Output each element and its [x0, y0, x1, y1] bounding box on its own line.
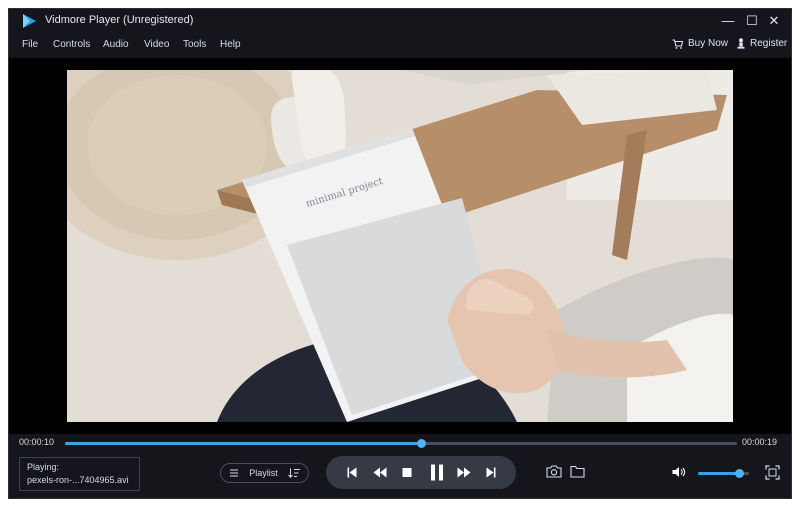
playlist-button[interactable]: Playlist: [220, 463, 309, 483]
volume-handle[interactable]: [734, 469, 744, 478]
close-button[interactable]: ✕: [765, 12, 783, 30]
menu-file[interactable]: File: [22, 39, 38, 50]
cart-icon: [672, 38, 683, 49]
camera-icon[interactable]: [546, 465, 562, 478]
playback-controls: [326, 456, 516, 489]
progress-bar-row: 00:00:10 00:00:19: [9, 434, 791, 454]
player-window: Vidmore Player (Unregistered) — ☐ ✕ File…: [8, 8, 792, 499]
menu-help[interactable]: Help: [220, 39, 241, 50]
volume-level: [698, 472, 739, 475]
seek-slider[interactable]: [65, 439, 737, 448]
list-icon: [230, 469, 238, 477]
register-button[interactable]: Register: [737, 38, 787, 49]
now-playing-label: Playing:: [27, 462, 60, 472]
seek-progress: [65, 442, 422, 445]
current-time: 00:00:10: [19, 437, 55, 447]
volume-icon[interactable]: [672, 466, 686, 478]
stop-icon[interactable]: [402, 465, 412, 480]
register-icon: [737, 38, 745, 49]
now-playing-box: Playing: pexels-ron-...7404965.avi: [19, 457, 140, 491]
app-logo-icon: [23, 14, 36, 28]
buy-now-button[interactable]: Buy Now: [672, 38, 728, 49]
rewind-icon[interactable]: [373, 465, 387, 480]
menu-tools[interactable]: Tools: [183, 39, 206, 50]
fullscreen-icon[interactable]: [765, 465, 780, 480]
pause-icon[interactable]: [430, 463, 444, 482]
skip-next-icon[interactable]: [486, 465, 496, 480]
volume-slider[interactable]: [698, 469, 749, 478]
skip-previous-icon[interactable]: [347, 465, 357, 480]
menu-controls[interactable]: Controls: [53, 39, 90, 50]
folder-icon[interactable]: [570, 465, 585, 478]
buy-now-label: Buy Now: [688, 38, 729, 49]
video-area[interactable]: minimal project: [9, 58, 791, 434]
total-time: 00:00:19: [742, 437, 778, 447]
video-frame[interactable]: minimal project: [67, 70, 733, 422]
video-frame-image: minimal project: [67, 70, 733, 422]
sort-icon[interactable]: [288, 468, 300, 478]
register-label: Register: [750, 38, 788, 49]
minimize-button[interactable]: —: [719, 12, 737, 30]
maximize-button[interactable]: ☐: [743, 12, 761, 30]
menu-audio[interactable]: Audio: [103, 39, 129, 50]
now-playing-file: pexels-ron-...7404965.avi: [27, 475, 129, 485]
title-bar: Vidmore Player (Unregistered) — ☐ ✕: [9, 9, 791, 33]
fast-forward-icon[interactable]: [457, 465, 471, 480]
menu-video[interactable]: Video: [144, 39, 169, 50]
playlist-label: Playlist: [249, 468, 278, 478]
seek-handle[interactable]: [417, 439, 427, 448]
window-title: Vidmore Player (Unregistered): [45, 14, 194, 26]
menu-bar: File Controls Audio Video Tools Help Buy…: [9, 33, 791, 57]
